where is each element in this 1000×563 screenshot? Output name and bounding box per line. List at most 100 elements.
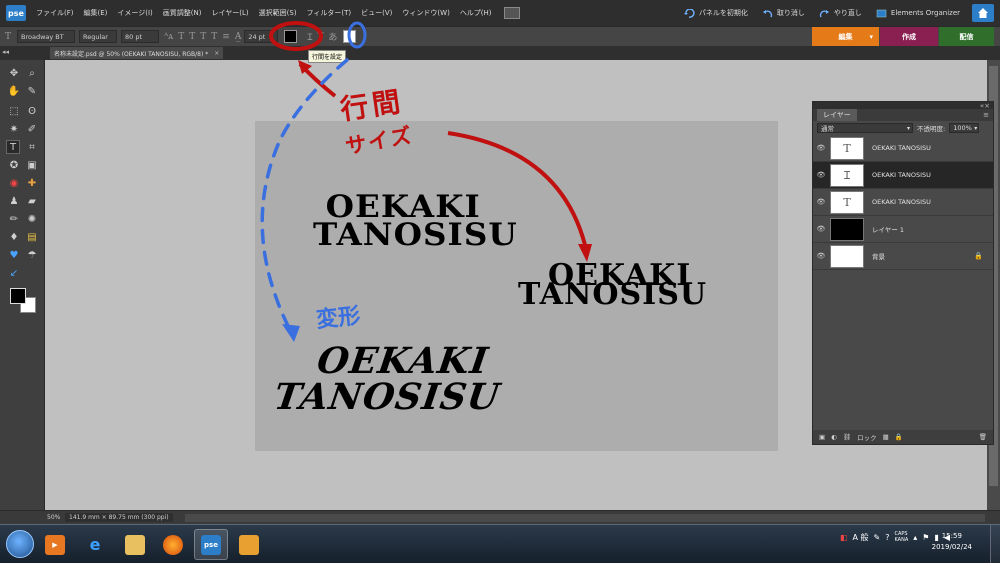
elements-organizer-button[interactable]: Elements Organizer bbox=[876, 9, 960, 18]
blend-mode-select[interactable]: 通常 bbox=[817, 123, 913, 133]
paint-bucket-icon[interactable]: ♦ bbox=[7, 230, 21, 244]
reset-panels-button[interactable]: パネルを初期化 bbox=[683, 8, 748, 18]
lock-transparent-icon[interactable]: ▦ bbox=[883, 433, 889, 441]
document-canvas[interactable]: OEKAKI TANOSISU OEKAKI TANOSISU OEKAKI T… bbox=[255, 121, 778, 451]
flag-icon[interactable]: ⚑ bbox=[922, 533, 929, 542]
font-size-field[interactable]: 80 pt bbox=[121, 30, 160, 43]
move-tool-icon[interactable]: ✥ bbox=[7, 66, 21, 80]
underline-icon[interactable]: T bbox=[200, 32, 206, 42]
document-tab[interactable]: 名称未設定.psd @ 50% (OEKAKI TANOSISU, RGB/8)… bbox=[50, 47, 224, 59]
adjustment-layer-icon[interactable]: ◐ bbox=[831, 433, 837, 441]
show-desktop-button[interactable] bbox=[990, 525, 1000, 563]
foreground-color-swatch[interactable] bbox=[10, 288, 26, 304]
tab-share[interactable]: 配信 bbox=[939, 27, 994, 46]
home-button[interactable] bbox=[972, 4, 994, 22]
horizontal-scrollbar[interactable] bbox=[185, 514, 985, 522]
eyedropper-tool-icon[interactable]: ✎ bbox=[25, 84, 39, 98]
close-icon[interactable]: × bbox=[214, 50, 219, 57]
sponge-tool-icon[interactable]: ↙ bbox=[7, 266, 21, 280]
smart-brush-icon[interactable]: ✺ bbox=[25, 212, 39, 226]
menu-file[interactable]: ファイル(F) bbox=[36, 8, 74, 18]
taskbar-media-player[interactable]: ▶ bbox=[38, 529, 72, 560]
visibility-eye-icon[interactable]: 👁 bbox=[815, 225, 827, 233]
align-icon[interactable]: ≡ bbox=[222, 32, 230, 42]
text-color-swatch[interactable] bbox=[284, 30, 298, 43]
menu-view[interactable]: ビュー(V) bbox=[361, 8, 392, 18]
menu-edit[interactable]: 編集(E) bbox=[84, 8, 108, 18]
menu-layer[interactable]: レイヤー(L) bbox=[211, 8, 248, 18]
leading-icon[interactable]: A̲ bbox=[235, 32, 242, 42]
menu-image[interactable]: イメージ(I) bbox=[117, 8, 152, 18]
blur-tool-icon[interactable]: ☂ bbox=[25, 248, 39, 262]
visibility-eye-icon[interactable]: 👁 bbox=[815, 252, 827, 260]
help-icon[interactable]: ? bbox=[885, 533, 889, 542]
menu-window[interactable]: ウィンドウ(W) bbox=[402, 8, 449, 18]
canvas-text-original[interactable]: OEKAKI TANOSISU bbox=[313, 192, 518, 251]
layer-row-background[interactable]: 👁 背景 🔒 bbox=[813, 243, 993, 270]
collapse-icon[interactable]: ◂◂ bbox=[2, 48, 9, 56]
tab-edit[interactable]: 編集 bbox=[812, 27, 879, 46]
anti-alias-icon[interactable]: ᴬᴀ bbox=[164, 32, 173, 42]
screen-mode-icon[interactable] bbox=[503, 7, 520, 19]
brush-tool-icon[interactable]: ✏ bbox=[7, 212, 21, 226]
gradient-tool-icon[interactable]: ▤ bbox=[25, 230, 39, 244]
layer-row[interactable]: 👁 レイヤー 1 bbox=[813, 216, 993, 243]
redo-button[interactable]: やり直し bbox=[819, 8, 862, 18]
panel-close-icon[interactable]: «× bbox=[980, 102, 990, 110]
magic-wand-tool-icon[interactable]: ✷ bbox=[7, 122, 21, 136]
zoom-tool-icon[interactable]: ⌕ bbox=[25, 66, 39, 80]
undo-button[interactable]: 取り消し bbox=[762, 8, 805, 18]
layer-row[interactable]: 👁 T OEKAKI TANOSISU bbox=[813, 135, 993, 162]
custom-shape-icon[interactable]: ♥ bbox=[7, 248, 21, 262]
style-swatch[interactable] bbox=[343, 30, 357, 43]
start-button[interactable] bbox=[6, 530, 34, 558]
taskbar-internet-explorer[interactable]: e bbox=[78, 529, 112, 560]
taskbar-explorer[interactable] bbox=[118, 529, 152, 560]
lock-all-icon[interactable]: 🔒 bbox=[895, 433, 903, 441]
layer-row-selected[interactable]: 👁 Ɪ OEKAKI TANOSISU bbox=[813, 162, 993, 189]
opacity-field[interactable]: 100% bbox=[949, 123, 980, 133]
lasso-tool-icon[interactable]: ʘ bbox=[25, 104, 39, 118]
tool-preset-icon[interactable]: T bbox=[5, 32, 11, 42]
taskbar-firefox[interactable] bbox=[156, 529, 190, 560]
canvas-text-warped[interactable]: OEKAKI TANOSISU bbox=[272, 340, 507, 418]
cookie-cutter-icon[interactable]: ✪ bbox=[7, 158, 21, 172]
selection-brush-icon[interactable]: ✐ bbox=[25, 122, 39, 136]
recompose-tool-icon[interactable]: ▣ bbox=[25, 158, 39, 172]
spot-healing-icon[interactable]: ✚ bbox=[25, 176, 39, 190]
ime-mode[interactable]: A 般 bbox=[853, 532, 869, 543]
system-clock[interactable]: 15:59 2019/02/24 bbox=[932, 531, 972, 553]
tab-create[interactable]: 作成 bbox=[880, 27, 938, 46]
panel-menu-icon[interactable]: ≡ bbox=[983, 111, 989, 119]
ime-icon[interactable]: ◧ bbox=[840, 533, 848, 542]
taskbar-organizer[interactable] bbox=[232, 529, 266, 560]
font-style-select[interactable]: Regular bbox=[79, 30, 118, 43]
show-hidden-icons[interactable]: ▴ bbox=[913, 533, 917, 542]
link-layers-icon[interactable]: ⛓ bbox=[843, 433, 851, 441]
faux-bold-icon[interactable]: T bbox=[178, 32, 184, 42]
zoom-level[interactable]: 50% bbox=[47, 514, 61, 521]
red-eye-tool-icon[interactable]: ◉ bbox=[7, 176, 21, 190]
warp-text-icon[interactable]: Ɪ bbox=[307, 30, 312, 43]
eraser-tool-icon[interactable]: ▰ bbox=[25, 194, 39, 208]
layers-tab[interactable]: レイヤー bbox=[817, 109, 857, 121]
menu-help[interactable]: ヘルプ(H) bbox=[460, 8, 492, 18]
text-orientation-icon[interactable]: T bbox=[317, 32, 323, 42]
taskbar-photoshop-elements[interactable]: pse bbox=[194, 529, 228, 560]
japanese-text-icon[interactable]: あ bbox=[328, 30, 337, 43]
menu-enhance[interactable]: 画質調整(N) bbox=[163, 8, 202, 18]
visibility-eye-icon[interactable]: 👁 bbox=[815, 171, 827, 179]
font-family-select[interactable]: Broadway BT bbox=[17, 30, 76, 43]
crop-tool-icon[interactable]: ⌗ bbox=[25, 140, 39, 154]
visibility-eye-icon[interactable]: 👁 bbox=[815, 198, 827, 206]
layer-row[interactable]: 👁 T OEKAKI TANOSISU bbox=[813, 189, 993, 216]
canvas-text-leading[interactable]: OEKAKI TANOSISU bbox=[518, 261, 707, 310]
faux-italic-icon[interactable]: T bbox=[189, 32, 195, 42]
menu-filter[interactable]: フィルター(T) bbox=[307, 8, 352, 18]
document-info[interactable]: 141.9 mm × 89.75 mm (300 ppi) bbox=[65, 513, 173, 522]
ime-settings-icon[interactable]: ✎ bbox=[874, 533, 881, 542]
visibility-eye-icon[interactable]: 👁 bbox=[815, 144, 827, 152]
menu-select[interactable]: 選択範囲(S) bbox=[259, 8, 297, 18]
trash-icon[interactable]: 🗑 bbox=[979, 433, 987, 441]
new-layer-icon[interactable]: ▣ bbox=[819, 433, 825, 441]
